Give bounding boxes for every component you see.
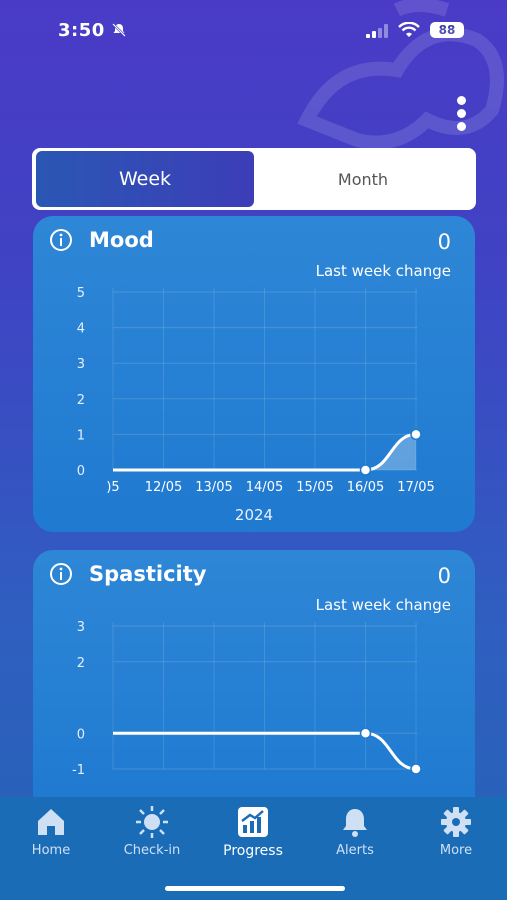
bell-muted-icon [112, 23, 126, 37]
period-segmented-control: Week Month [32, 148, 476, 210]
spasticity-card: Spasticity 0 Last week change -1 0 2 3 [33, 550, 475, 810]
home-icon [38, 809, 64, 835]
data-point [410, 428, 422, 441]
y-tick-label: -1 [72, 763, 85, 778]
chart-icon [238, 807, 268, 837]
mood-chart: 0 1 2 3 4 5 )5 12/05 13/05 14/05 15/05 16/05 17/05 [77, 286, 435, 495]
background-decoration [297, 0, 504, 150]
x-tick-label: )5 [106, 480, 119, 495]
sun-icon [136, 806, 168, 838]
data-point [410, 763, 422, 775]
tab-more-label: More [439, 843, 473, 858]
x-tick-label: 17/05 [397, 480, 434, 495]
more-options-button[interactable] [450, 96, 472, 134]
x-tick-label: 16/05 [347, 480, 384, 495]
x-tick-label: 14/05 [246, 480, 283, 495]
status-time: 3:50 [58, 20, 105, 41]
x-tick-label: 15/05 [296, 480, 333, 495]
y-tick-label: 3 [77, 357, 85, 372]
tab-progress-label: Progress [223, 843, 283, 859]
tab-check-in-label: Check-in [123, 843, 181, 858]
mood-year-label: 2024 [234, 506, 274, 524]
tab-alerts-label: Alerts [336, 843, 374, 858]
data-point [359, 464, 372, 476]
tab-more[interactable]: More [416, 805, 496, 858]
y-tick-label: 3 [77, 620, 85, 635]
home-indicator [165, 886, 345, 891]
tab-check-in[interactable]: Check-in [112, 805, 192, 858]
tab-progress[interactable]: Progress [213, 805, 293, 859]
tab-alerts[interactable]: Alerts [315, 805, 395, 858]
y-tick-label: 2 [77, 393, 85, 408]
bell-icon [343, 809, 367, 837]
bottom-tab-bar: Home Check-in Progress Alerts More [0, 797, 507, 900]
y-tick-label: 4 [77, 322, 85, 337]
x-tick-label: 13/05 [195, 480, 232, 495]
y-tick-label: 1 [77, 428, 85, 443]
segment-month[interactable]: Month [254, 151, 472, 207]
y-tick-label: 2 [77, 656, 85, 671]
y-tick-label: 0 [77, 727, 85, 742]
spasticity-chart: -1 0 2 3 [72, 620, 422, 778]
tab-home-label: Home [31, 843, 71, 858]
segment-week[interactable]: Week [36, 151, 254, 207]
y-tick-label: 0 [77, 464, 85, 479]
data-point [359, 727, 372, 739]
x-tick-label: 12/05 [145, 480, 182, 495]
y-tick-label: 5 [77, 286, 85, 301]
tab-home[interactable]: Home [11, 805, 91, 858]
gear-icon [441, 807, 471, 837]
mood-card: Mood 0 Last week change 0 1 2 3 4 5)5 12/05 13/… [33, 216, 475, 532]
